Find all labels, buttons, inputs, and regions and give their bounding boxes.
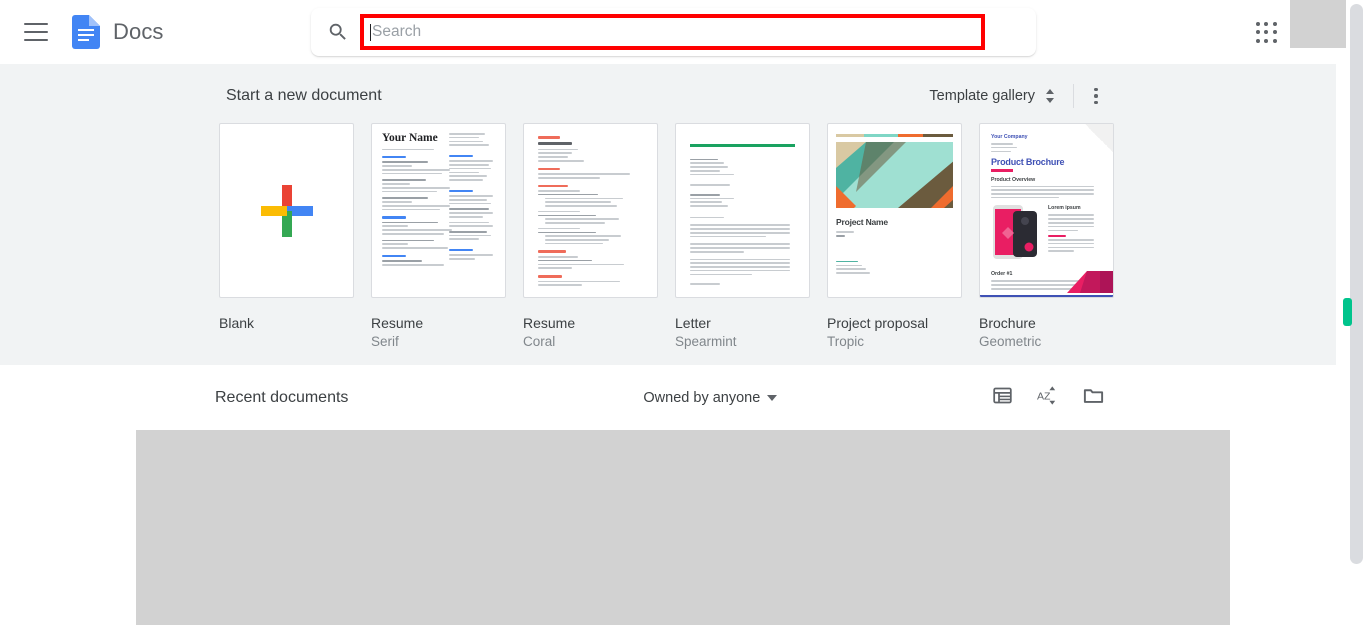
project-proposal-tropic-thumbnail[interactable]: Project Name <box>827 123 962 298</box>
template-subname: Coral <box>523 334 556 349</box>
thumb-heading: Project Name <box>836 217 888 227</box>
google-apps-grid-icon[interactable] <box>1256 22 1278 44</box>
plus-icon <box>255 179 319 243</box>
caret-down-icon <box>767 395 778 401</box>
resume-coral-thumbnail[interactable] <box>523 123 658 298</box>
page-title: Start a new document <box>226 87 382 104</box>
chevron-up-down-icon[interactable] <box>1043 86 1057 106</box>
recent-documents-header: Recent documents Owned by anyone AZ <box>215 384 1105 412</box>
template-card-letter-spearmint[interactable]: Letter Spearmint <box>675 123 810 349</box>
template-name: Brochure <box>979 315 1036 331</box>
template-subname: Geometric <box>979 334 1042 349</box>
bottom-border <box>980 294 1113 297</box>
search-input[interactable]: Search <box>360 14 985 50</box>
thumb-company: Your Company <box>991 134 1028 140</box>
list-view-icon[interactable] <box>992 385 1013 411</box>
resume-serif-thumbnail[interactable]: Your Name <box>371 123 506 298</box>
template-name: Letter <box>675 315 711 331</box>
search-icon <box>327 21 349 43</box>
vertical-scrollbar[interactable] <box>1350 4 1363 564</box>
template-card-brochure[interactable]: Your Company Product Brochure Product Ov… <box>979 123 1114 349</box>
template-subname: Spearmint <box>675 334 737 349</box>
brand-area[interactable]: Docs <box>72 15 164 49</box>
thumb-subheading: Product Overview <box>991 176 1036 183</box>
scroll-position-indicator[interactable] <box>1343 298 1352 326</box>
more-vertical-icon[interactable] <box>1086 86 1106 106</box>
template-gallery-label[interactable]: Template gallery <box>929 88 1035 104</box>
text-cursor <box>370 23 371 41</box>
account-avatar[interactable] <box>1290 0 1346 48</box>
templates-header: Start a new document Template gallery <box>226 84 1106 108</box>
template-name: Resume <box>371 315 424 331</box>
pink-geometric-accent <box>1067 267 1113 293</box>
documents-loading-placeholder <box>136 430 1230 625</box>
app-title: Docs <box>113 19 164 44</box>
owner-filter-dropdown[interactable]: Owned by anyone <box>643 390 778 406</box>
letter-spearmint-thumbnail[interactable] <box>675 123 810 298</box>
templates-section: Start a new document Template gallery Bl… <box>0 64 1336 365</box>
template-subname: Tropic <box>827 334 865 349</box>
hamburger-menu-icon[interactable] <box>24 23 48 41</box>
search-placeholder: Search <box>372 23 422 40</box>
section-title: Recent documents <box>215 389 349 406</box>
blank-plus-thumbnail[interactable] <box>219 123 354 298</box>
template-card-row: Blank Your Name Resume Serif Resume Cora… <box>219 123 1114 349</box>
template-card-resume-serif[interactable]: Your Name Resume Serif <box>371 123 506 349</box>
color-strip <box>836 134 953 137</box>
google-docs-logo-icon <box>72 15 100 49</box>
divider <box>1073 84 1074 108</box>
search-bar[interactable]: Search <box>311 8 1036 56</box>
geometric-artwork <box>836 142 953 208</box>
sort-az-icon[interactable]: AZ <box>1036 384 1059 412</box>
template-name: Project proposal <box>827 315 929 331</box>
template-card-blank[interactable]: Blank <box>219 123 354 349</box>
template-name: Blank <box>219 315 255 331</box>
template-name: Resume <box>523 315 576 331</box>
svg-text:AZ: AZ <box>1037 390 1051 402</box>
brochure-geometric-thumbnail[interactable]: Your Company Product Brochure Product Ov… <box>979 123 1114 298</box>
thumb-heading: Product Brochure <box>991 157 1065 168</box>
template-subname: Serif <box>371 334 399 349</box>
open-folder-icon[interactable] <box>1082 384 1105 412</box>
template-card-project-proposal[interactable]: Project Name Project proposal Tropic <box>827 123 962 349</box>
template-card-resume-coral[interactable]: Resume Coral <box>523 123 658 349</box>
thumb-spec-heading: Lorem ipsum <box>1048 205 1081 212</box>
top-bar: Docs Search <box>0 0 1366 64</box>
owner-filter-label: Owned by anyone <box>643 390 761 406</box>
